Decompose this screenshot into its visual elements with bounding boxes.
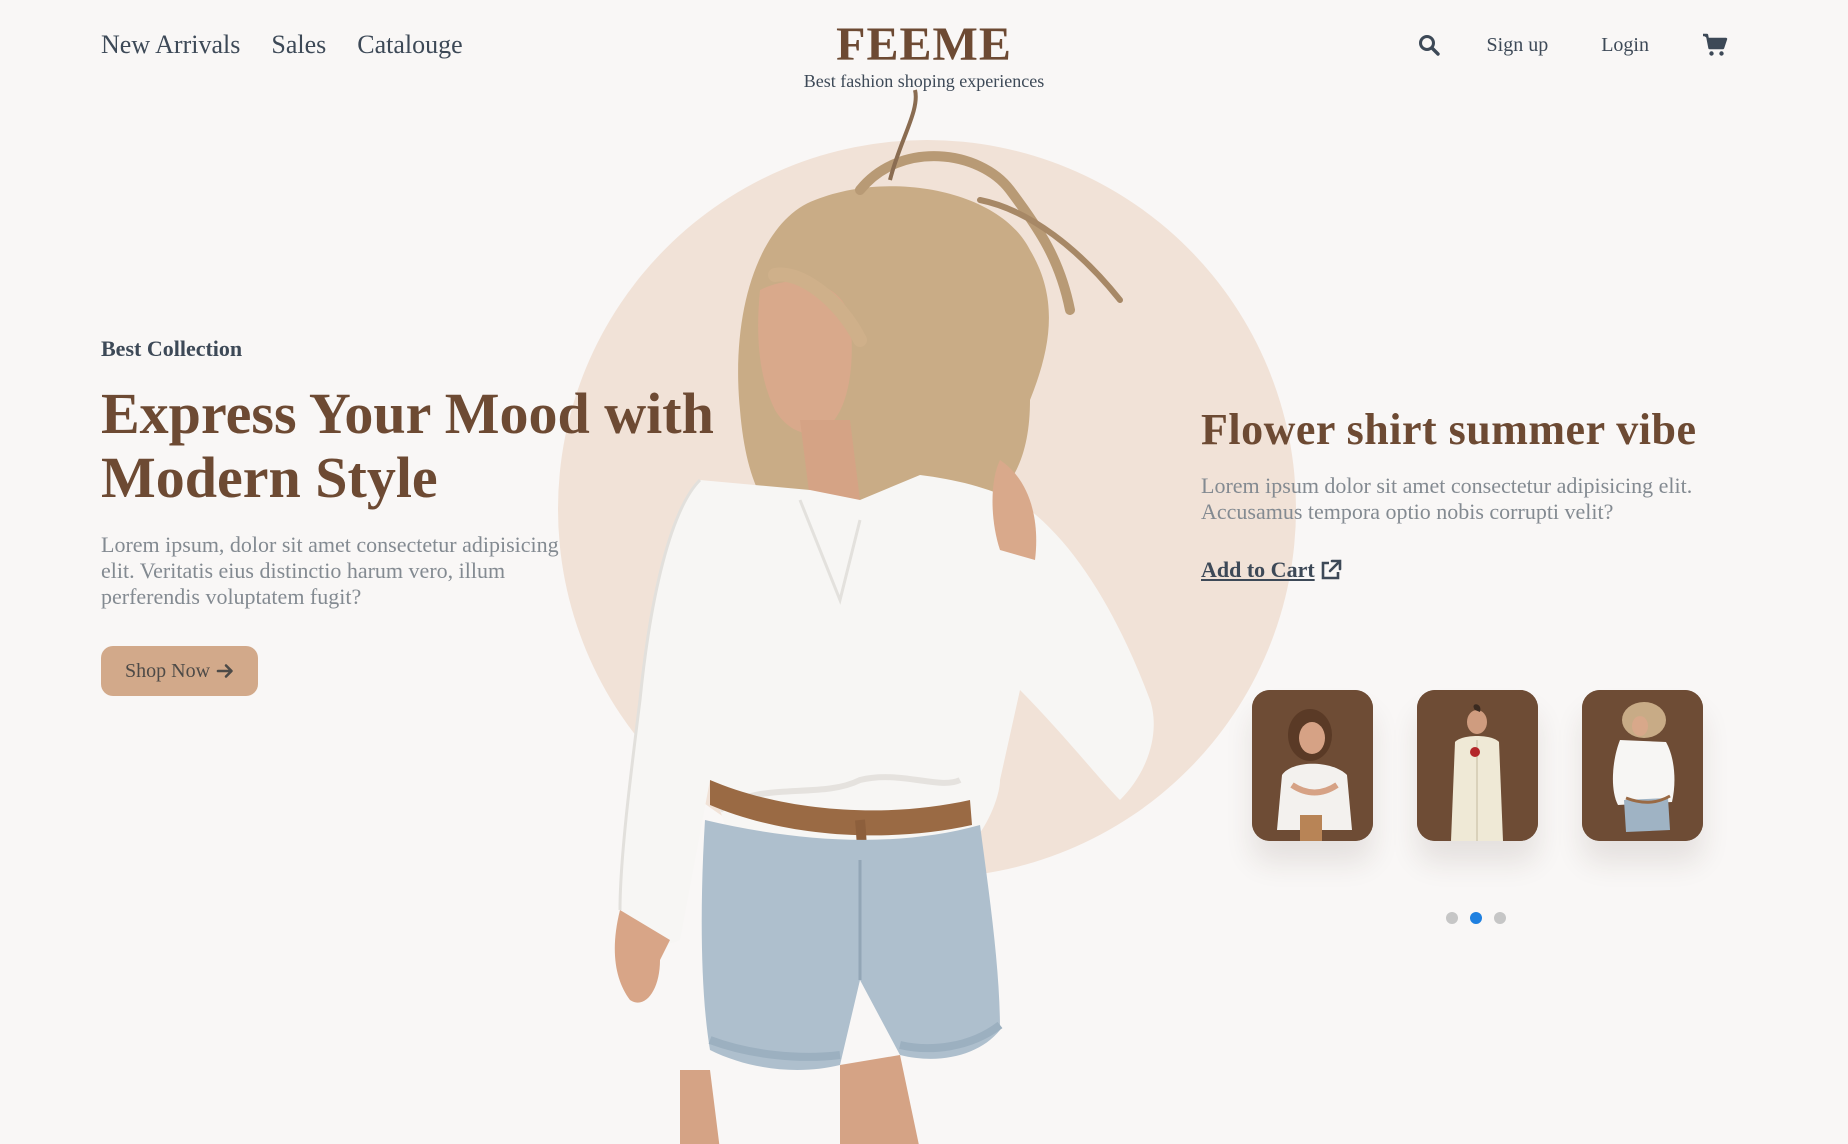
product-description: Lorem ipsum dolor sit amet consectetur a… [1201, 473, 1693, 524]
thumbnail-3[interactable] [1582, 690, 1703, 841]
carousel-dot-3[interactable] [1494, 912, 1506, 924]
hero-description: Lorem ipsum, dolor sit amet consectetur … [101, 532, 559, 609]
thumbnail-2[interactable] [1417, 690, 1538, 841]
product-thumbnails [1252, 690, 1703, 841]
shop-now-button[interactable]: Shop Now [101, 646, 259, 696]
signup-link[interactable]: Sign up [1487, 34, 1549, 57]
hero-title-line-1: Express Your Mood with [101, 381, 714, 446]
hero-intro: Best Collection Express Your Mood with M… [101, 336, 721, 696]
thumbnail-3-image [1582, 690, 1703, 841]
login-link[interactable]: Login [1601, 34, 1649, 57]
hero-eyebrow: Best Collection [101, 336, 243, 361]
landing-page: New Arrivals Sales Catalouge FEEME Best … [0, 0, 1848, 1144]
add-to-cart-link[interactable]: Add to Cart [1201, 557, 1343, 583]
product-title: Flower shirt summer vibe [1201, 405, 1697, 454]
hero-title: Express Your Mood with Modern Style [101, 382, 721, 510]
hero-title-line-2: Modern Style [101, 445, 438, 510]
featured-product: Flower shirt summer vibe Lorem ipsum dol… [1201, 404, 1741, 583]
carousel-dot-1[interactable] [1446, 912, 1458, 924]
thumbnail-1-image [1252, 690, 1373, 841]
nav-actions: Sign up Login [1417, 33, 1728, 57]
carousel-dot-2[interactable] [1470, 912, 1482, 924]
cart-icon[interactable] [1702, 33, 1728, 57]
external-link-icon [1321, 559, 1341, 580]
shop-now-label: Shop Now [125, 659, 211, 682]
thumbnail-1[interactable] [1252, 690, 1373, 841]
search-icon[interactable] [1417, 33, 1441, 57]
carousel-dots [1446, 912, 1506, 924]
add-to-cart-label: Add to Cart [1201, 557, 1315, 582]
arrow-right-icon [216, 664, 233, 678]
thumbnail-2-image [1417, 690, 1538, 841]
